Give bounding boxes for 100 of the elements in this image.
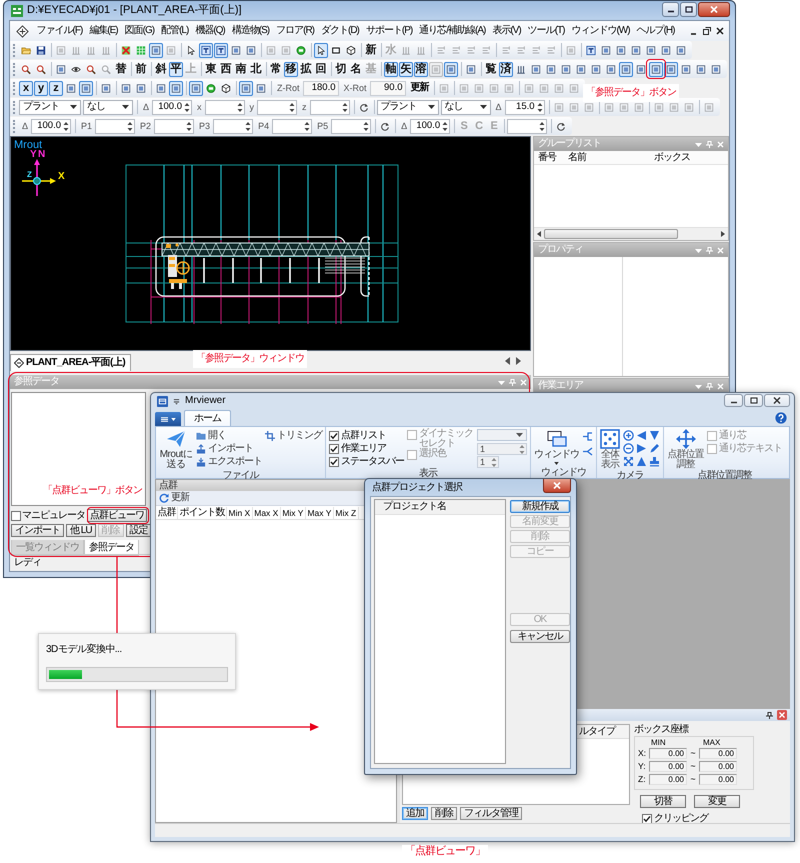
maximize-button[interactable]	[744, 394, 763, 407]
number-field[interactable]: 100.0	[410, 118, 450, 134]
tool-button[interactable]: 軸	[384, 62, 398, 76]
import-button[interactable]: インポート	[196, 442, 262, 455]
number-field[interactable]: 100.0	[31, 118, 72, 134]
number-field[interactable]: 100.0	[152, 100, 192, 114]
project-list[interactable]: プロジェクト名	[374, 499, 506, 764]
number-field[interactable]: 0.00	[699, 748, 737, 759]
checkbox-label[interactable]: マニピュレータ	[22, 510, 85, 521]
menu-item[interactable]: 図面(G)	[121, 25, 158, 37]
panel-button[interactable]: 他 LU	[66, 524, 96, 537]
minimize-button[interactable]	[662, 2, 679, 17]
menu-item[interactable]: ファイル(F)	[33, 25, 86, 37]
pointer-icon[interactable]	[314, 42, 328, 58]
column-header[interactable]: Mix Y	[280, 506, 306, 518]
tool-button[interactable]: 名	[349, 62, 363, 76]
tool-button[interactable]: 覧	[484, 62, 498, 76]
tool-button[interactable]: 東	[204, 62, 218, 76]
quick-access-icon[interactable]	[173, 397, 180, 405]
checkbox[interactable]	[329, 456, 339, 466]
bracket-icon[interactable]	[582, 431, 593, 442]
dropdown[interactable]: プラント	[376, 100, 439, 114]
column-header[interactable]: 番号	[534, 152, 564, 164]
checkbox-label[interactable]: 点群リスト	[341, 430, 386, 441]
scroll-left-icon[interactable]	[537, 231, 541, 237]
spin-arrows-icon[interactable]	[442, 120, 448, 132]
checkbox[interactable]	[642, 814, 652, 824]
scroll-left-icon[interactable]	[505, 357, 510, 365]
action-button[interactable]: 変更	[694, 795, 740, 808]
zoom-in-icon[interactable]	[623, 430, 634, 441]
diamond-arrows-icon[interactable]	[16, 24, 29, 38]
menu-item[interactable]: 配管(L)	[158, 25, 192, 37]
tool-button[interactable]: 平	[169, 62, 183, 76]
tee-icon[interactable]	[199, 42, 213, 58]
spin-arrows-icon[interactable]	[186, 120, 192, 132]
panel-button[interactable]: 設定	[126, 524, 152, 537]
dropdown[interactable]: なし	[83, 100, 133, 114]
checkbox[interactable]	[329, 430, 339, 440]
column-header[interactable]: ポイント数	[178, 506, 227, 518]
number-field[interactable]	[204, 100, 245, 114]
frame-icon[interactable]	[619, 62, 633, 76]
checkbox-label[interactable]: 作業エリア	[341, 443, 386, 454]
panel-tab[interactable]: 参照データ	[84, 540, 139, 556]
diagonal-arrows-icon[interactable]	[623, 456, 634, 467]
restore-icon[interactable]	[703, 27, 711, 35]
tool-button[interactable]: 回	[314, 62, 328, 76]
close-button[interactable]	[698, 2, 730, 17]
help-icon[interactable]	[775, 412, 787, 424]
close-button[interactable]	[543, 479, 571, 493]
app-menu-button[interactable]	[155, 412, 181, 426]
menu-item[interactable]: 表示(V)	[488, 25, 524, 37]
close-icon[interactable]	[716, 27, 724, 35]
scrollbar-thumb[interactable]	[544, 229, 678, 239]
menu-item[interactable]: ダクト(D)	[318, 25, 362, 37]
frame-icon[interactable]	[149, 42, 163, 58]
checkbox-label[interactable]: クリッピング	[654, 813, 708, 824]
frame-icon[interactable]	[239, 80, 253, 96]
maximize-button[interactable]	[680, 2, 697, 17]
number-field[interactable]: 0.00	[649, 774, 687, 785]
filter-button[interactable]: 削除	[431, 807, 457, 820]
tool-button[interactable]: y	[34, 80, 48, 96]
scroll-right-icon[interactable]	[721, 231, 725, 237]
menu-item[interactable]: フロア(R)	[272, 25, 318, 37]
ribbon-tab[interactable]: ホーム	[184, 410, 231, 426]
tool-button[interactable]: 常	[269, 62, 283, 76]
frame-icon[interactable]	[79, 80, 93, 96]
number-field[interactable]: 15.0	[504, 100, 545, 114]
number-field[interactable]	[331, 118, 372, 134]
number-field[interactable]: 0.00	[699, 774, 737, 785]
menu-item[interactable]: 構造物(S)	[228, 25, 273, 37]
tool-button[interactable]: 替	[114, 62, 128, 76]
export-button[interactable]: エクスポート	[196, 455, 262, 468]
column-header[interactable]: ボックス	[650, 152, 694, 164]
spin-arrows-icon[interactable]	[342, 102, 348, 112]
number-field[interactable]	[95, 118, 136, 134]
spin-arrows-icon[interactable]	[236, 102, 243, 112]
fit-all-button[interactable]: 全体表示	[600, 429, 620, 470]
menu-item[interactable]: 機器(Q)	[192, 25, 228, 37]
spin-arrows-icon[interactable]	[127, 120, 134, 132]
spin-arrows-icon[interactable]	[289, 102, 296, 112]
checkbox[interactable]	[11, 510, 21, 520]
tool-button[interactable]: 矢	[399, 62, 413, 76]
dialog-button[interactable]: 新規作成	[510, 500, 570, 513]
update-button[interactable]: 更新	[408, 80, 432, 96]
spin-arrows-icon[interactable]	[304, 120, 310, 132]
refresh-button[interactable]: 更新	[159, 492, 189, 504]
tool-button[interactable]: 前	[134, 62, 148, 76]
tool-button[interactable]: z	[49, 80, 63, 96]
menu-item[interactable]: サポート(P)	[362, 25, 416, 37]
tool-button[interactable]: 北	[249, 62, 263, 76]
column-header[interactable]: Min X	[227, 506, 253, 518]
tool-button[interactable]: 移	[284, 62, 298, 76]
filter-button[interactable]: フィルタ管理	[460, 807, 522, 820]
arrow-right-icon[interactable]	[636, 443, 647, 454]
checkbox[interactable]	[329, 444, 339, 454]
action-button[interactable]: 切替	[640, 795, 686, 808]
frame-icon[interactable]	[444, 62, 458, 76]
number-field[interactable]	[310, 100, 350, 114]
menu-item[interactable]: ウィンドウ(W)	[568, 25, 634, 37]
horizontal-scrollbar[interactable]	[534, 227, 728, 240]
